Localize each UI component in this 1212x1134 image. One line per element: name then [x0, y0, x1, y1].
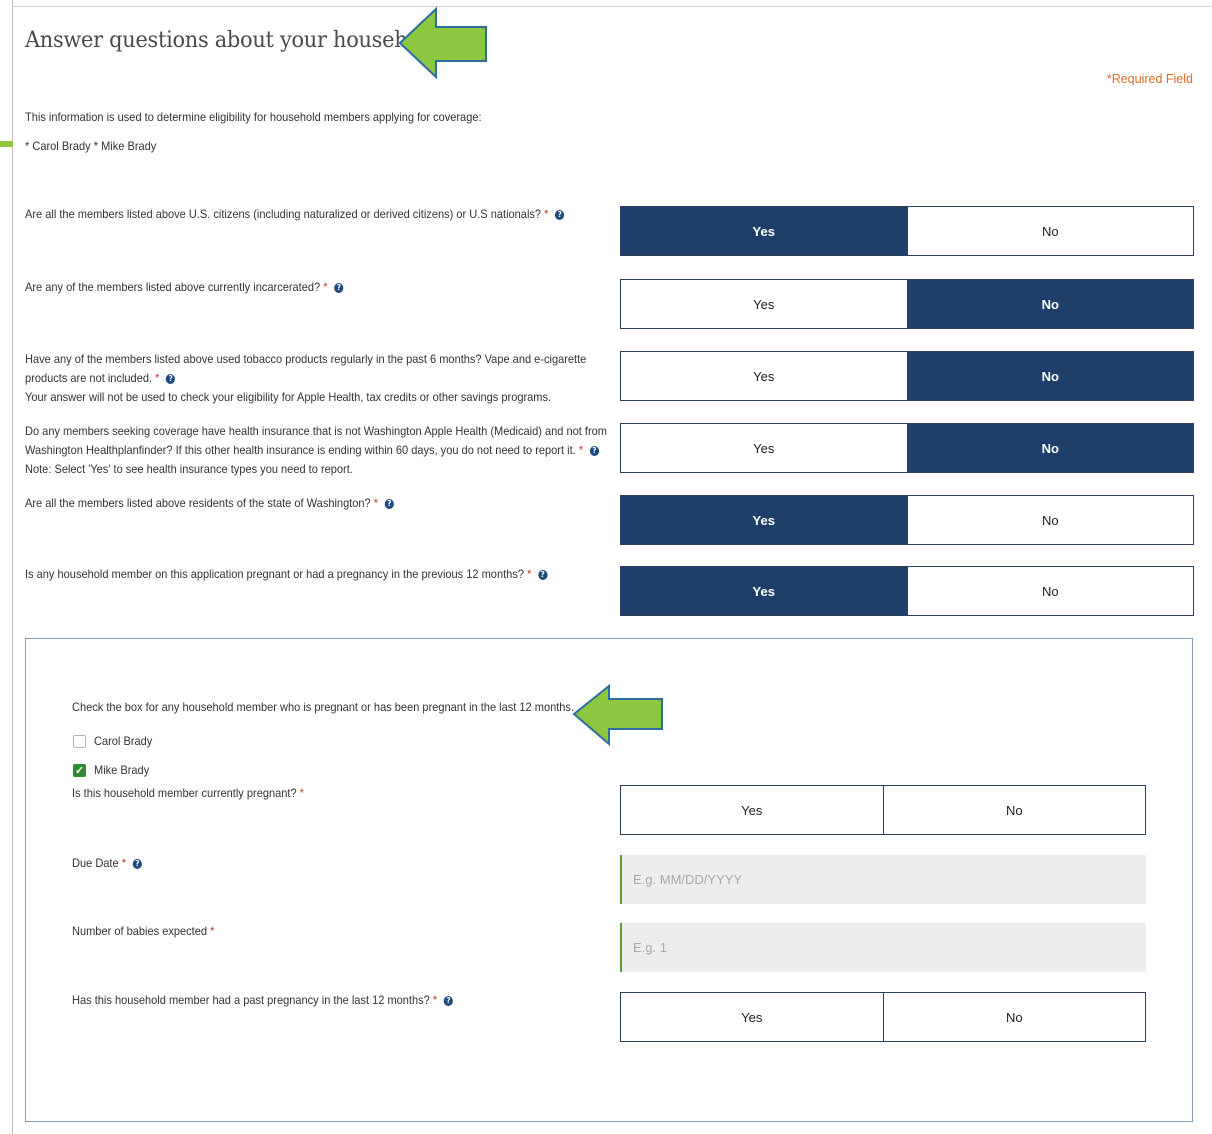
question-text-line: Do any members seeking coverage have hea… [25, 424, 607, 438]
question-text: Are any of the members listed above curr… [25, 280, 321, 294]
no-option[interactable]: No [882, 786, 1145, 834]
babies-expected-input[interactable] [631, 939, 1146, 956]
required-asterisk: * [210, 924, 215, 938]
no-option[interactable]: No [906, 352, 1193, 400]
past-pregnancy-question: Has this household member had a past pre… [72, 991, 454, 1010]
due-date-label: Due Date * ? [72, 854, 142, 873]
question-pregnancy: Is any household member on this applicat… [25, 565, 548, 584]
yes-option[interactable]: Yes [621, 786, 883, 834]
question-text-line: Have any of the members listed above use… [25, 352, 587, 366]
page-title: Answer questions about your household [25, 28, 440, 53]
question-circle-icon[interactable]: ? [384, 498, 395, 509]
question-note: Your answer will not be used to check yo… [25, 390, 552, 404]
question-text-line: products are not included. [25, 371, 153, 385]
required-asterisk: * [544, 207, 549, 221]
question-circle-icon[interactable]: ? [334, 282, 344, 293]
required-asterisk: * [578, 443, 584, 457]
question-note: Note: Select 'Yes' to see health insuran… [25, 462, 353, 476]
required-asterisk: * [323, 280, 328, 294]
top-border [12, 6, 1212, 7]
question-circle-icon[interactable]: ? [555, 209, 565, 220]
member-checkbox-carol[interactable] [73, 735, 86, 748]
question-text-line: Washington Healthplanfinder? If this oth… [25, 443, 576, 457]
question-circle-icon[interactable]: ? [166, 373, 176, 384]
past-pregnancy-toggle: Yes No [620, 992, 1146, 1042]
no-option[interactable]: No [906, 567, 1193, 615]
other-insurance-toggle: Yes No [620, 423, 1194, 473]
no-option[interactable]: No [906, 280, 1193, 328]
question-tobacco: Have any of the members listed above use… [25, 350, 586, 407]
pregnancy-instruction: Check the box for any household member w… [72, 700, 575, 714]
pregnancy-toggle: Yes No [620, 566, 1194, 616]
question-text: Is any household member on this applicat… [25, 567, 524, 581]
no-option[interactable]: No [906, 424, 1193, 472]
question-text: Are all the members listed above U.S. ci… [25, 207, 542, 221]
checkmark-icon: ✓ [74, 765, 85, 777]
yes-option[interactable]: Yes [621, 993, 883, 1041]
member-checkbox-mike[interactable]: ✓ [73, 764, 86, 777]
question-text: Are all the members listed above residen… [25, 496, 371, 510]
required-asterisk: * [121, 856, 127, 870]
required-asterisk: * [299, 786, 304, 800]
residency-toggle: Yes No [620, 495, 1194, 545]
required-field-note: *Required Field [1106, 72, 1193, 86]
yes-option[interactable]: Yes [621, 496, 907, 544]
babies-expected-field [620, 923, 1146, 972]
member-label-carol: Carol Brady [94, 734, 153, 748]
intro-text: This information is used to determine el… [25, 110, 482, 124]
incarcerated-toggle: Yes No [620, 279, 1194, 329]
left-border [12, 0, 13, 1134]
yes-option[interactable]: Yes [621, 424, 907, 472]
tobacco-toggle: Yes No [620, 351, 1194, 401]
no-option[interactable]: No [906, 207, 1193, 255]
label-text: Number of babies expected [72, 924, 208, 938]
question-incarcerated: Are any of the members listed above curr… [25, 278, 344, 297]
required-asterisk: * [432, 993, 438, 1007]
question-circle-icon[interactable]: ? [443, 995, 454, 1006]
required-asterisk: * [373, 496, 379, 510]
babies-expected-label: Number of babies expected * [72, 922, 214, 941]
required-asterisk: * [155, 371, 160, 385]
question-text: Has this household member had a past pre… [72, 993, 430, 1007]
question-other-insurance: Do any members seeking coverage have hea… [25, 422, 607, 479]
no-option[interactable]: No [882, 993, 1145, 1041]
green-arrow-icon [572, 683, 663, 747]
yes-option[interactable]: Yes [621, 352, 907, 400]
green-arrow-icon [398, 6, 487, 80]
side-accent-mark [0, 141, 13, 147]
required-asterisk: * [527, 567, 532, 581]
question-circle-icon[interactable]: ? [538, 569, 548, 580]
question-circle-icon[interactable]: ? [589, 445, 600, 456]
yes-option[interactable]: Yes [621, 567, 907, 615]
yes-option[interactable]: Yes [621, 280, 907, 328]
citizenship-toggle: Yes No [620, 206, 1194, 256]
due-date-field [620, 855, 1146, 904]
question-text: Is this household member currently pregn… [72, 786, 297, 800]
no-option[interactable]: No [906, 496, 1193, 544]
member-label-mike: Mike Brady [94, 763, 150, 777]
question-residency: Are all the members listed above residen… [25, 494, 395, 513]
question-citizenship: Are all the members listed above U.S. ci… [25, 205, 565, 224]
label-text: Due Date [72, 856, 119, 870]
due-date-input[interactable] [631, 871, 1146, 888]
members-line: * Carol Brady * Mike Brady [25, 139, 157, 153]
question-circle-icon[interactable]: ? [132, 858, 142, 869]
currently-pregnant-toggle: Yes No [620, 785, 1146, 835]
currently-pregnant-question: Is this household member currently pregn… [72, 784, 304, 803]
yes-option[interactable]: Yes [621, 207, 907, 255]
